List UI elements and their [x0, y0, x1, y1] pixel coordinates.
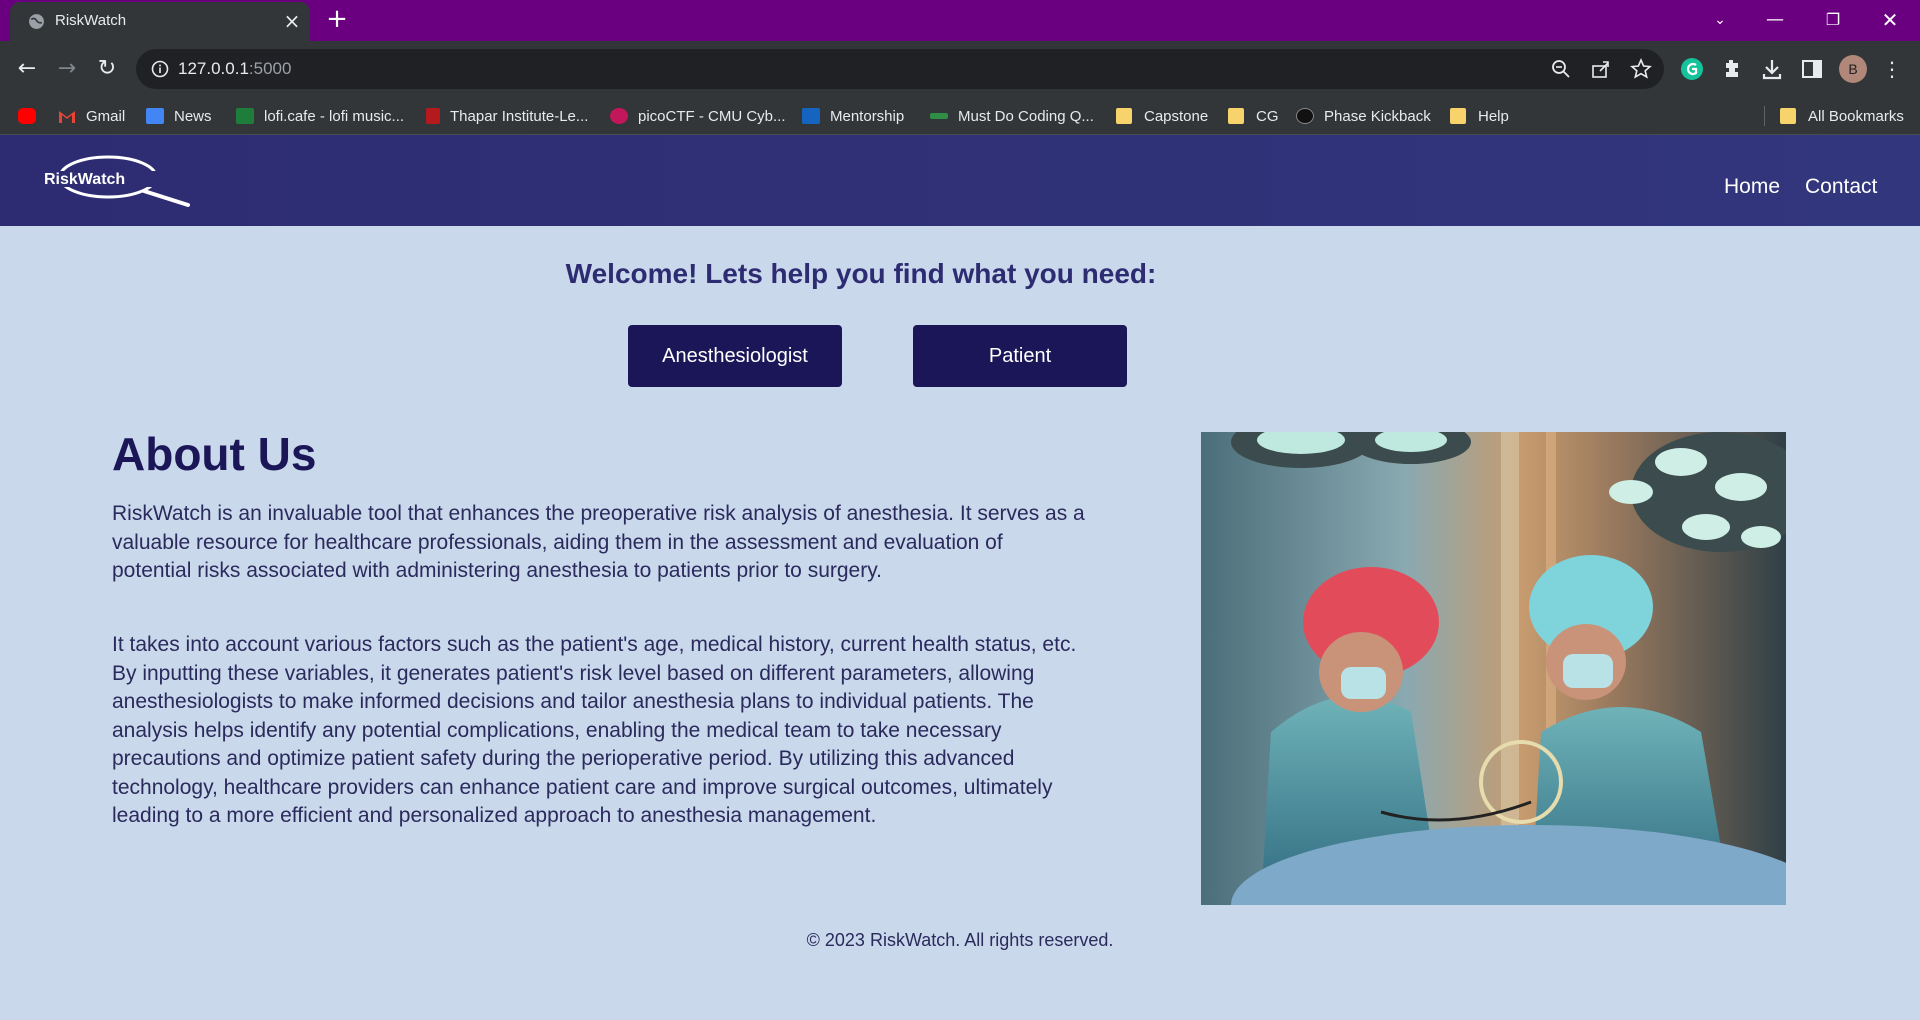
- bookmark-capstone[interactable]: Capstone: [1116, 106, 1208, 126]
- bookmark-picoctf[interactable]: picoCTF - CMU Cyb...: [610, 106, 786, 126]
- tab-title: RiskWatch: [55, 12, 127, 29]
- profile-avatar[interactable]: B: [1839, 55, 1867, 83]
- address-bar[interactable]: 127.0.0.1:5000: [136, 49, 1664, 89]
- grammarly-icon[interactable]: [1680, 57, 1704, 81]
- nav-contact[interactable]: Contact: [1805, 175, 1877, 199]
- gmail-icon: [59, 111, 75, 123]
- about-paragraph-2: It takes into account various factors su…: [112, 633, 1077, 827]
- bookmark-help[interactable]: Help: [1450, 106, 1509, 126]
- all-bookmarks[interactable]: All Bookmarks: [1780, 106, 1904, 126]
- nav-home[interactable]: Home: [1724, 175, 1780, 199]
- footer-copyright: © 2023 RiskWatch. All rights reserved.: [806, 930, 1114, 950]
- bookmark-youtube[interactable]: [18, 106, 46, 126]
- bookmark-cg[interactable]: CG: [1228, 106, 1279, 126]
- bookmark-gfg[interactable]: Must Do Coding Q...: [930, 106, 1094, 126]
- downloads-icon[interactable]: [1760, 57, 1784, 81]
- folder-icon: [1228, 108, 1244, 124]
- bookmark-gmail[interactable]: Gmail: [58, 106, 125, 126]
- site-header: RiskWatch Home Contact: [0, 135, 1920, 226]
- site-info-icon[interactable]: [150, 59, 170, 79]
- anesthesiologist-button[interactable]: Anesthesiologist: [628, 325, 842, 387]
- side-panel-icon[interactable]: [1800, 57, 1824, 81]
- bookmark-star-icon[interactable]: [1630, 58, 1652, 80]
- browser-toolbar: ← → ↻ 127.0.0.1:5000 B ⋮: [0, 41, 1920, 97]
- riskwatch-logo[interactable]: RiskWatch: [36, 149, 196, 211]
- picoctf-icon: [610, 108, 628, 124]
- folder-icon: [1780, 108, 1796, 124]
- patient-button[interactable]: Patient: [913, 325, 1127, 387]
- menu-kebab-icon[interactable]: ⋮: [1878, 55, 1906, 83]
- youtube-icon: [18, 108, 36, 124]
- surgeons-photo: [1201, 432, 1786, 905]
- globe-icon: [29, 14, 44, 29]
- about-title: About Us: [112, 428, 317, 480]
- about-paragraph-1: RiskWatch is an invaluable tool that enh…: [112, 502, 1085, 582]
- mentorship-icon: [802, 108, 820, 124]
- back-icon[interactable]: ←: [13, 55, 41, 83]
- welcome-heading: Welcome! Lets help you find what you nee…: [565, 258, 1157, 289]
- extensions-icon[interactable]: [1720, 57, 1744, 81]
- gfg-icon: [930, 113, 948, 119]
- bookmark-lofi[interactable]: lofi.cafe - lofi music...: [236, 106, 404, 126]
- bookmark-thapar[interactable]: Thapar Institute-Le...: [426, 106, 588, 126]
- new-tab-button[interactable]: +: [326, 6, 348, 32]
- minimize-icon[interactable]: —: [1760, 6, 1790, 34]
- browser-tab[interactable]: RiskWatch ×: [10, 2, 310, 41]
- tab-strip: RiskWatch × + ⌄ — ❐ ✕: [0, 0, 1920, 41]
- bookmark-news[interactable]: News: [146, 106, 212, 126]
- forward-icon[interactable]: →: [53, 55, 81, 83]
- reload-icon[interactable]: ↻: [93, 55, 121, 83]
- thapar-icon: [426, 108, 440, 124]
- bookmark-phase-kickback[interactable]: Phase Kickback: [1296, 106, 1431, 126]
- bookmarks-bar: Gmail News lofi.cafe - lofi music... Tha…: [0, 97, 1920, 135]
- lofi-icon: [236, 108, 254, 124]
- close-window-icon[interactable]: ✕: [1875, 6, 1905, 34]
- globe-icon: [1296, 108, 1314, 124]
- bookmarks-separator: [1764, 106, 1765, 126]
- folder-icon: [1450, 108, 1466, 124]
- zoom-icon[interactable]: [1550, 58, 1572, 80]
- tab-search-icon[interactable]: ⌄: [1705, 6, 1735, 34]
- folder-icon: [1116, 108, 1132, 124]
- share-icon[interactable]: [1590, 58, 1612, 80]
- restore-icon[interactable]: ❐: [1818, 6, 1848, 34]
- news-icon: [146, 108, 164, 124]
- svg-text:RiskWatch: RiskWatch: [44, 171, 125, 188]
- bookmark-mentorship[interactable]: Mentorship: [802, 106, 904, 126]
- close-tab-icon[interactable]: ×: [282, 11, 302, 31]
- url-text[interactable]: 127.0.0.1:5000: [178, 59, 291, 79]
